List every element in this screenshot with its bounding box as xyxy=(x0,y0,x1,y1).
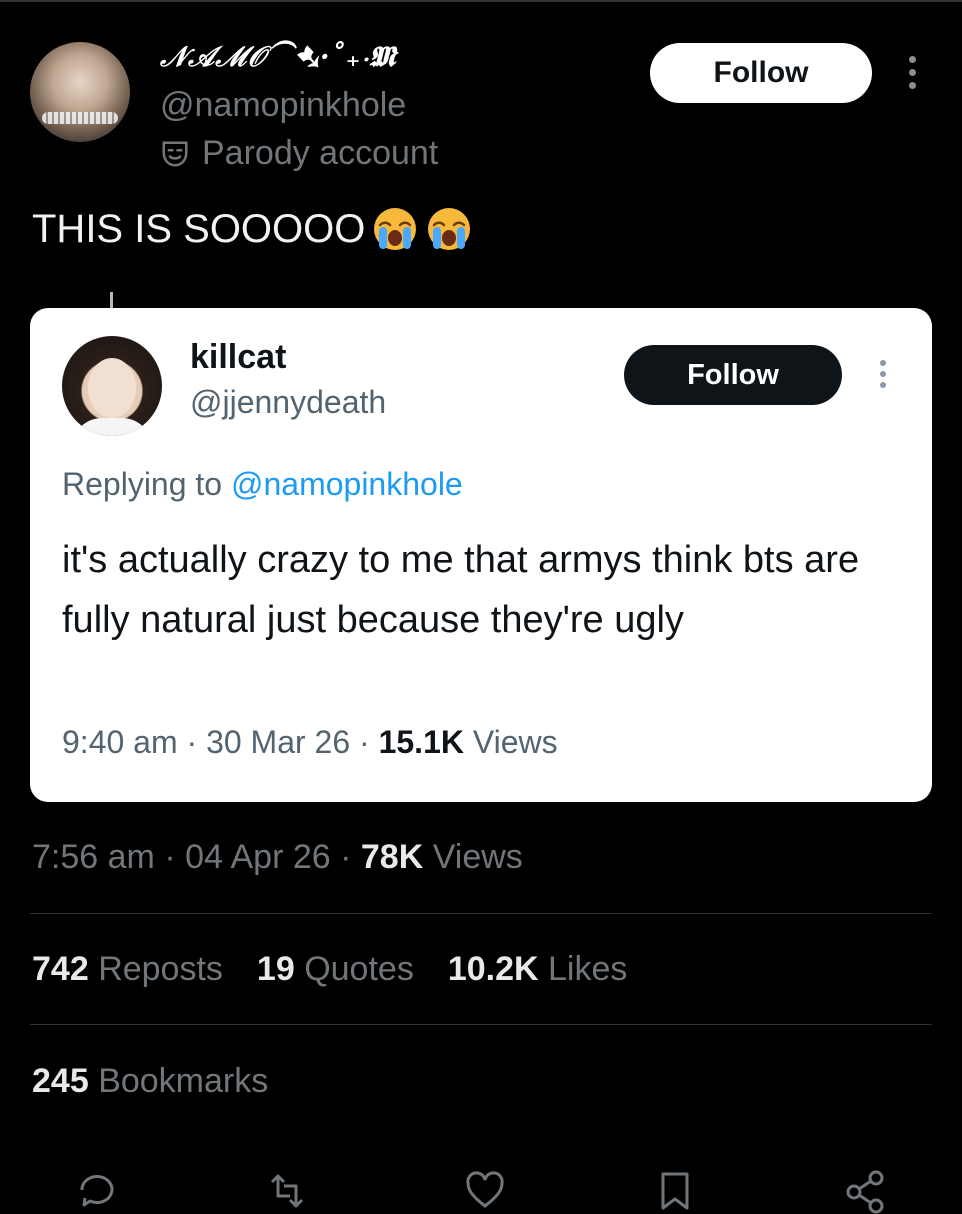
quoted-tweet-card[interactable]: killcat @jjennydeath Follow Replying to … xyxy=(30,308,932,802)
tweet-meta: 7:56 am · 04 Apr 26 · 78K Views xyxy=(32,838,523,877)
quoted-author-handle[interactable]: @jjennydeath xyxy=(190,384,386,421)
tweet-date[interactable]: 04 Apr 26 xyxy=(185,838,331,876)
tweet-time[interactable]: 7:56 am xyxy=(32,838,155,876)
quoted-author-avatar[interactable] xyxy=(62,336,162,436)
likes-stat[interactable]: 10.2K Likes xyxy=(448,950,628,989)
parody-text: Parody account xyxy=(202,134,439,172)
tweet-views-label[interactable]: Views xyxy=(433,838,523,876)
loudly-crying-face-icon xyxy=(428,208,471,250)
divider xyxy=(30,1024,932,1025)
quoted-views-count: 15.1K xyxy=(378,724,464,760)
quoted-tweet-meta: 9:40 am · 30 Mar 26 · 15.1K Views xyxy=(62,724,558,761)
quoted-follow-button[interactable]: Follow xyxy=(624,345,842,405)
engagement-stats: 742 Reposts 19 Quotes 10.2K Likes xyxy=(32,950,627,989)
separator: · xyxy=(164,838,176,876)
separator: · xyxy=(359,724,370,760)
top-divider xyxy=(0,0,962,2)
quoted-more-options-icon[interactable] xyxy=(878,360,888,394)
divider xyxy=(30,913,932,914)
theater-mask-icon xyxy=(162,141,188,167)
follow-button[interactable]: Follow xyxy=(650,43,872,103)
quotes-stat[interactable]: 19 Quotes xyxy=(257,950,414,989)
replying-mention-link[interactable]: @namopinkhole xyxy=(231,466,463,502)
quoted-time[interactable]: 9:40 am xyxy=(62,724,178,760)
repost-icon[interactable] xyxy=(264,1168,310,1214)
tweet-text-content: THIS IS SOOOOO xyxy=(32,206,366,251)
quoted-author-display-name[interactable]: killcat xyxy=(190,338,286,377)
bookmark-icon[interactable] xyxy=(652,1168,698,1214)
separator: · xyxy=(186,724,198,760)
reply-icon[interactable] xyxy=(74,1168,120,1214)
parody-label: Parody account xyxy=(160,134,438,173)
like-icon[interactable] xyxy=(462,1168,508,1214)
author-avatar[interactable] xyxy=(30,42,130,142)
author-display-name[interactable]: 𝒩𝒜ℳ𝒪⁀➷·˚₊‧𝕸 xyxy=(160,40,396,74)
tweet-views-count[interactable]: 78K xyxy=(361,838,423,876)
quoted-tweet-text: it's actually crazy to me that armys thi… xyxy=(62,539,860,641)
tweet-text: THIS IS SOOOOO xyxy=(32,205,473,253)
share-icon[interactable] xyxy=(842,1168,888,1214)
quoted-date[interactable]: 30 Mar 26 xyxy=(206,724,350,760)
author-handle[interactable]: @namopinkhole xyxy=(160,86,406,125)
bookmarks-stat[interactable]: 245 Bookmarks xyxy=(32,1062,268,1101)
loudly-crying-face-icon xyxy=(374,208,417,250)
reposts-stat[interactable]: 742 Reposts xyxy=(32,950,223,989)
quoted-views-label: Views xyxy=(472,724,558,760)
replying-prefix: Replying to xyxy=(62,466,223,502)
action-bar xyxy=(0,1168,962,1214)
separator: · xyxy=(340,838,352,876)
replying-to-line: Replying to @namopinkhole xyxy=(62,466,463,503)
more-options-icon[interactable] xyxy=(906,56,918,90)
